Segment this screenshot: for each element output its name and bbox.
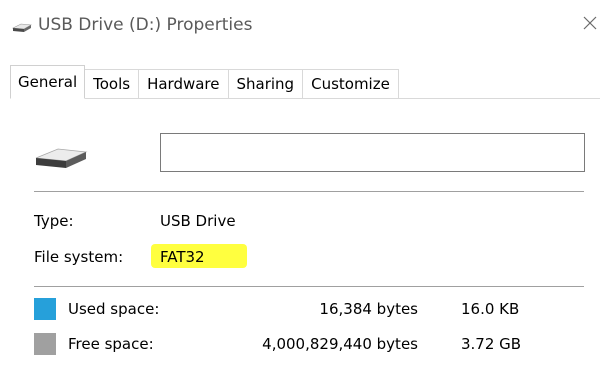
free-space-swatch (34, 333, 56, 355)
tab-hardware[interactable]: Hardware (138, 69, 229, 99)
properties-dialog: USB Drive (D:) Properties General Tools … (0, 0, 603, 370)
divider (34, 286, 584, 287)
file-system-label: File system: (34, 248, 124, 266)
free-space-size: 3.72 GB (461, 335, 522, 353)
used-space-swatch (34, 298, 56, 320)
tab-panel-border (10, 98, 600, 99)
tab-customize[interactable]: Customize (302, 69, 399, 99)
tab-sharing[interactable]: Sharing (227, 69, 304, 99)
close-button[interactable] (580, 10, 600, 36)
divider (34, 191, 584, 192)
free-space-bytes: 4,000,829,440 bytes (262, 335, 418, 353)
type-label: Type: (34, 212, 74, 230)
file-system-value: FAT32 (160, 248, 205, 266)
title-bar: USB Drive (D:) Properties (0, 0, 603, 52)
tab-general[interactable]: General (10, 65, 86, 99)
drive-name-input[interactable] (160, 133, 585, 172)
close-icon (583, 16, 597, 30)
window-title: USB Drive (D:) Properties (38, 15, 253, 35)
usb-drive-icon (12, 23, 32, 32)
tab-strip: General Tools Hardware Sharing Customize (10, 65, 399, 99)
free-space-label: Free space: (68, 335, 154, 353)
tab-tools[interactable]: Tools (84, 69, 140, 99)
type-value: USB Drive (160, 212, 236, 230)
used-space-bytes: 16,384 bytes (319, 300, 418, 318)
used-space-label: Used space: (68, 300, 160, 318)
usb-drive-icon (35, 148, 88, 168)
used-space-size: 16.0 KB (461, 300, 520, 318)
